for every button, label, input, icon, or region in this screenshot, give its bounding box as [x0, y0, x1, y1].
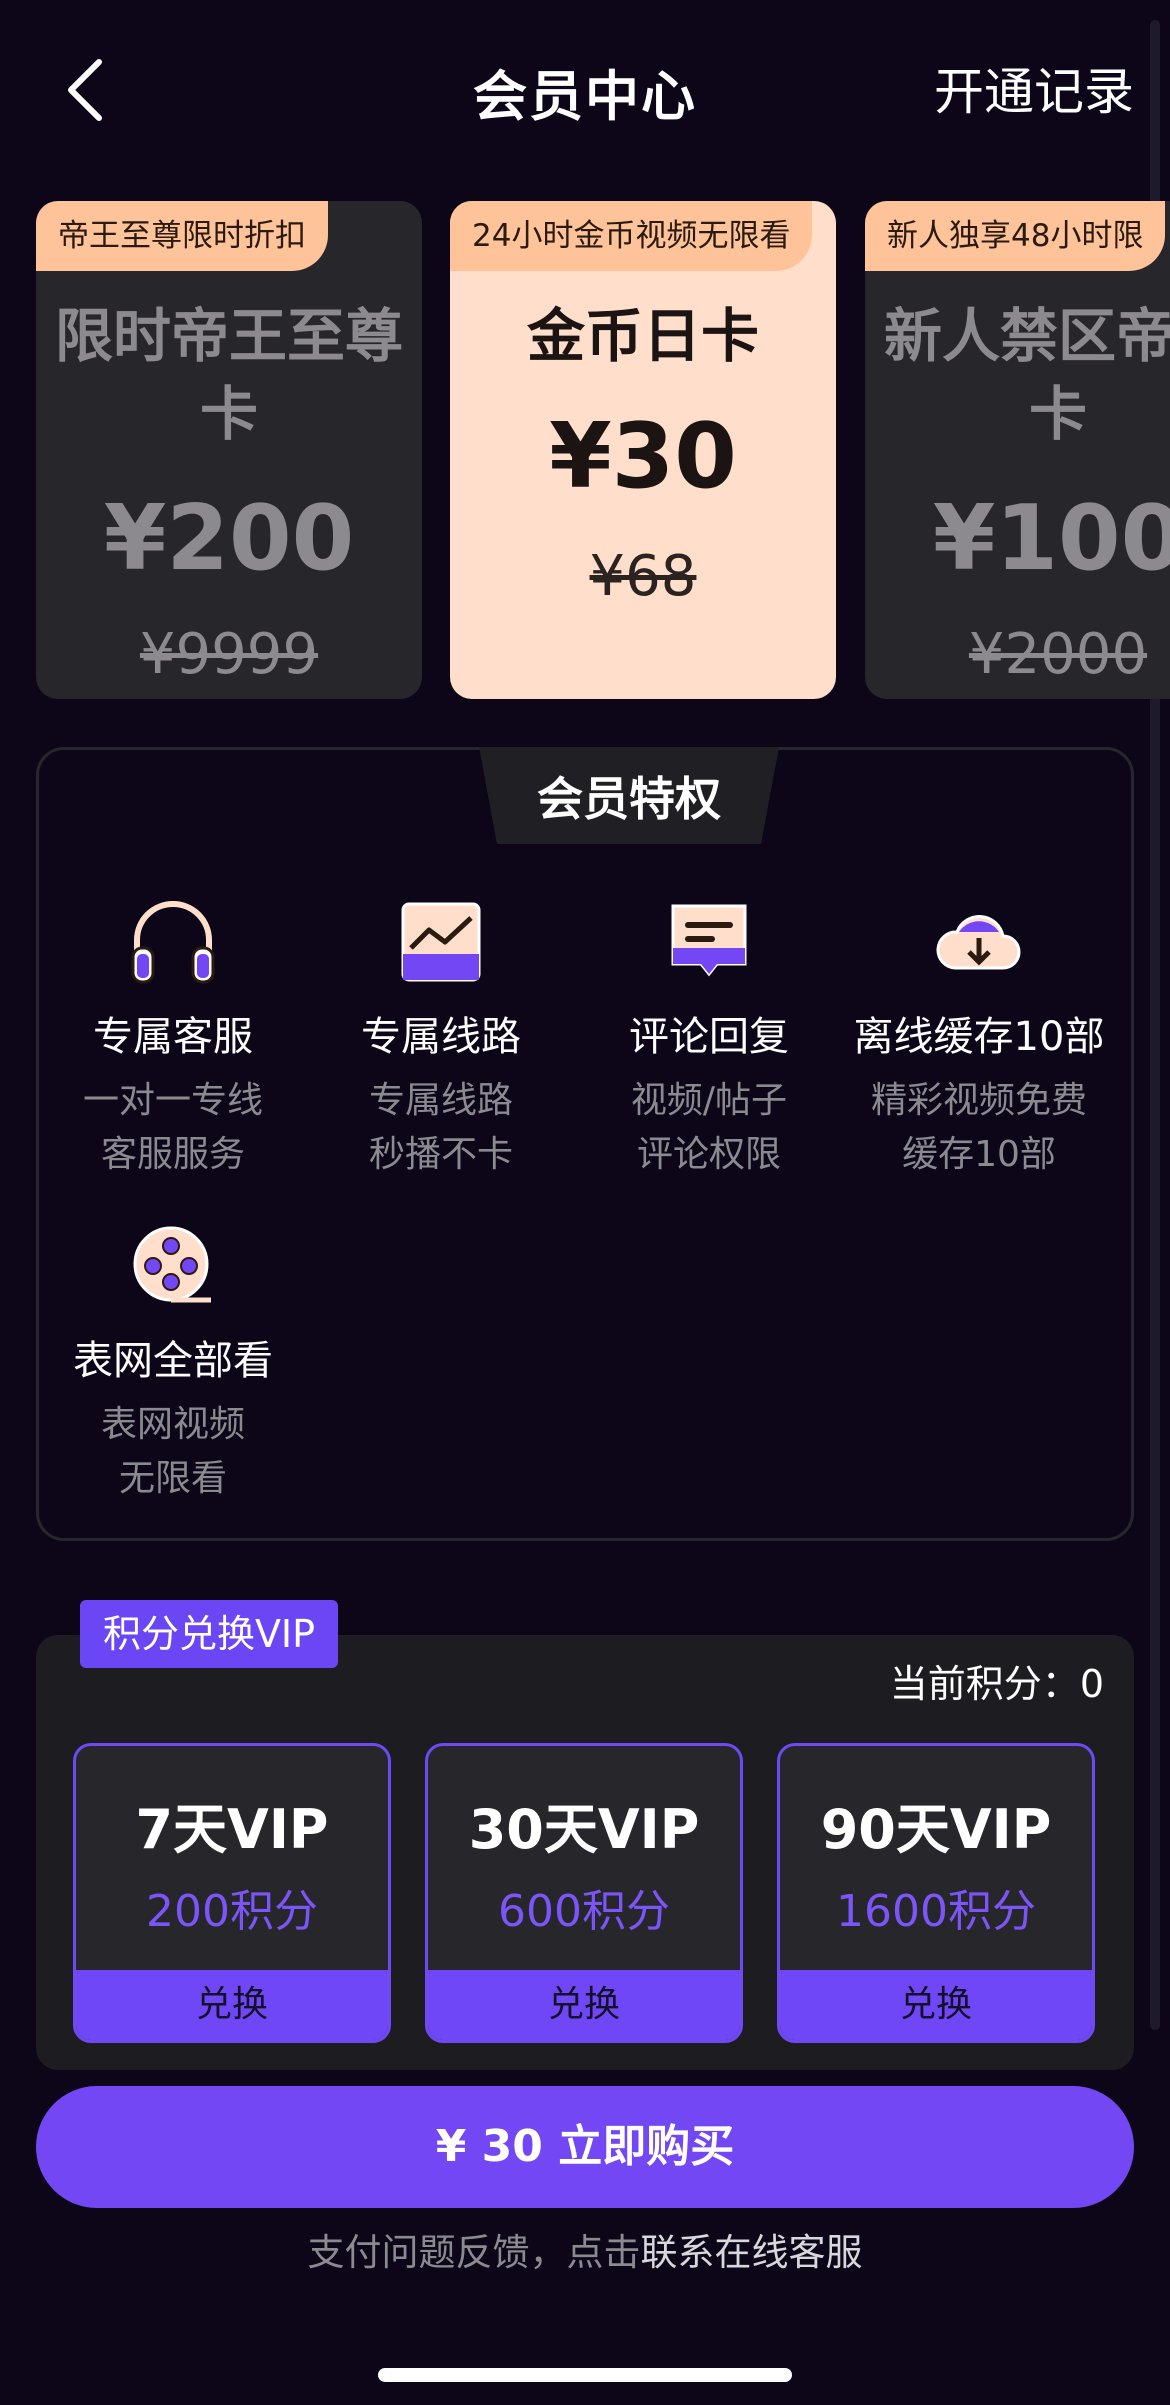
card-price: ¥200 [103, 486, 355, 591]
card-name: 限时帝王至尊卡 [54, 302, 403, 448]
current-points: 当前积分：0 [889, 1662, 1104, 1706]
card-name: 新人禁区帝王卡 [883, 302, 1170, 448]
payment-feedback: 支付问题反馈，点击联系在线客服 [307, 2231, 863, 2274]
privilege-item: 专属客服 一对一专线 客服服务 [39, 892, 307, 1182]
exchange-button[interactable]: 兑换 [780, 1970, 1092, 2040]
film-reel-icon [123, 1216, 223, 1316]
points-value: 0 [1079, 1662, 1104, 1706]
vip-plan-name: 7天VIP [135, 1798, 329, 1861]
vip-plan-name: 90天VIP [820, 1798, 1052, 1861]
cloud-download-icon [929, 892, 1029, 992]
vip-plan-name: 30天VIP [468, 1798, 700, 1861]
headset-icon [123, 892, 223, 992]
card-original-price: ¥68 [589, 544, 697, 609]
membership-card[interactable]: 帝王至尊限时折扣 限时帝王至尊卡 ¥200 ¥9999 [36, 201, 422, 699]
vip-plan-card[interactable]: 30天VIP 600积分 兑换 [425, 1743, 743, 2043]
route-chart-icon [391, 892, 491, 992]
exchange-button[interactable]: 兑换 [76, 1970, 388, 2040]
card-name: 金币日卡 [526, 302, 759, 370]
privileges-panel: 会员特权 专属客服 一对一专线 客服服务 专属线路 专属线路 秒播不卡 评论回复… [36, 747, 1134, 1541]
card-original-price: ¥9999 [139, 622, 319, 687]
card-original-price: ¥2000 [968, 622, 1148, 687]
vip-plan-card[interactable]: 90天VIP 1600积分 兑换 [777, 1743, 1095, 2043]
privilege-name: 评论回复 [629, 1014, 789, 1060]
vip-plan-card[interactable]: 7天VIP 200积分 兑换 [73, 1743, 391, 2043]
open-record-link[interactable]: 开通记录 [934, 52, 1134, 124]
privilege-desc: 专属线路 秒播不卡 [368, 1080, 513, 1175]
privilege-item: 表网全部看 表网视频 无限看 [39, 1216, 307, 1506]
privilege-name: 表网全部看 [73, 1338, 273, 1384]
privilege-name: 专属线路 [361, 1014, 521, 1060]
privilege-desc: 表网视频 无限看 [100, 1404, 245, 1499]
exchange-badge: 积分兑换VIP [80, 1600, 338, 1668]
privilege-name: 专属客服 [93, 1014, 253, 1060]
contact-support-link[interactable]: 联系在线客服 [641, 2231, 863, 2274]
membership-card-selected[interactable]: 24小时金币视频无限看 金币日卡 ¥30 ¥68 [450, 201, 836, 699]
privileges-title: 会员特权 [479, 747, 779, 844]
header: 会员中心 开通记录 [0, 0, 1170, 180]
vip-plan-points: 200积分 [146, 1886, 318, 1937]
points-exchange-panel: 积分兑换VIP 当前积分：0 7天VIP 200积分 兑换 30天VIP 600… [36, 1600, 1134, 2070]
membership-cards: 帝王至尊限时折扣 限时帝王至尊卡 ¥200 ¥9999 24小时金币视频无限看 … [0, 195, 1170, 705]
buy-now-button[interactable]: ¥ 30 立即购买 [36, 2086, 1134, 2208]
home-indicator[interactable] [378, 2368, 792, 2382]
membership-card[interactable]: 新人独享48小时限 新人禁区帝王卡 ¥100 ¥2000 [865, 201, 1170, 699]
privilege-name: 离线缓存10部 [853, 1014, 1105, 1060]
card-price: ¥30 [549, 404, 737, 509]
privilege-desc: 精彩视频免费 缓存10部 [870, 1080, 1087, 1175]
vip-plan-points: 600积分 [498, 1886, 670, 1937]
privilege-desc: 视频/帖子 评论权限 [630, 1080, 788, 1175]
vip-plan-points: 1600积分 [836, 1886, 1036, 1937]
privilege-item: 评论回复 视频/帖子 评论权限 [575, 892, 843, 1182]
comment-icon [659, 892, 759, 992]
exchange-button[interactable]: 兑换 [428, 1970, 740, 2040]
privilege-desc: 一对一专线 客服服务 [82, 1080, 263, 1175]
privilege-item: 专属线路 专属线路 秒播不卡 [307, 892, 575, 1182]
privilege-item: 离线缓存10部 精彩视频免费 缓存10部 [845, 892, 1113, 1182]
card-price: ¥100 [932, 486, 1170, 591]
card-tag: 24小时金币视频无限看 [450, 201, 813, 271]
card-tag: 帝王至尊限时折扣 [36, 201, 328, 271]
card-tag: 新人独享48小时限 [865, 201, 1166, 271]
